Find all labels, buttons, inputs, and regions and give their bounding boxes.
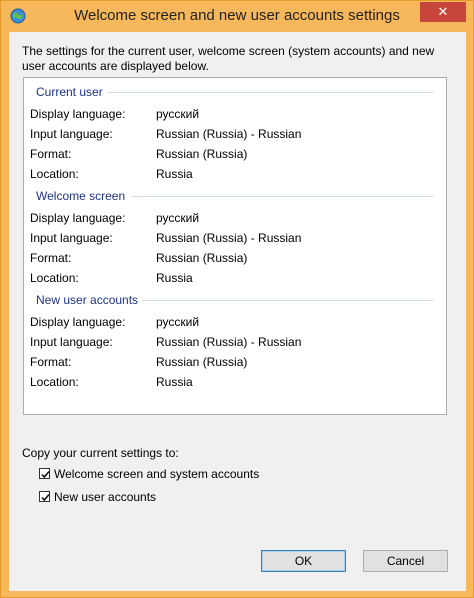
checkbox-box[interactable] [39,468,50,480]
section-header-new-user-accounts: New user accounts [36,293,139,307]
ok-button[interactable]: OK [261,550,346,572]
row-value: Russian (Russia) - Russian [156,335,302,349]
row-label: Location: [30,271,79,285]
row-value: Russian (Russia) [156,147,248,161]
row-value: Russian (Russia) - Russian [156,127,302,141]
cancel-button[interactable]: Cancel [363,550,448,572]
row-value: Russia [156,167,193,181]
checkbox-label[interactable]: Welcome screen and system accounts [54,467,259,481]
checkbox-box[interactable] [39,491,50,503]
section-divider [132,196,434,197]
close-button[interactable]: ✕ [420,2,466,22]
row-value: Russian (Russia) - Russian [156,231,302,245]
row-label: Format: [30,355,72,369]
settings-dialog: Welcome screen and new user accounts set… [0,0,474,598]
checkbox-label[interactable]: New user accounts [54,490,156,504]
row-label: Input language: [30,127,113,141]
dialog-body: The settings for the current user, welco… [9,32,466,591]
row-label: Location: [30,375,79,389]
row-value: русский [156,211,200,225]
checkmark-icon [41,494,50,502]
row-label: Location: [30,167,79,181]
row-label: Display language: [30,315,126,329]
section-header-current-user: Current user [36,85,103,99]
checkbox-new-user-accounts[interactable]: New user accounts [39,489,156,504]
row-label: Format: [30,251,72,265]
row-value: русский [156,315,200,329]
row-label: Input language: [30,335,113,349]
checkmark-icon [41,471,50,479]
checkbox-welcome-screen[interactable]: Welcome screen and system accounts [39,466,259,481]
section-divider [142,300,434,301]
window-title: Welcome screen and new user accounts set… [74,7,400,24]
row-label: Input language: [30,231,113,245]
settings-panel: Current user Display language: русский I… [23,77,447,415]
row-value: русский [156,107,200,121]
row-label: Display language: [30,211,126,225]
title-bar[interactable]: Welcome screen and new user accounts set… [1,1,473,33]
section-header-welcome-screen: Welcome screen [36,189,126,203]
row-label: Display language: [30,107,126,121]
row-value: Russia [156,271,193,285]
row-value: Russian (Russia) [156,355,248,369]
row-value: Russia [156,375,193,389]
row-label: Format: [30,147,72,161]
close-icon: ✕ [437,4,449,19]
section-divider [108,92,434,93]
description-text: The settings for the current user, welco… [22,44,435,73]
row-value: Russian (Russia) [156,251,248,265]
copy-settings-label: Copy your current settings to: [22,446,179,460]
